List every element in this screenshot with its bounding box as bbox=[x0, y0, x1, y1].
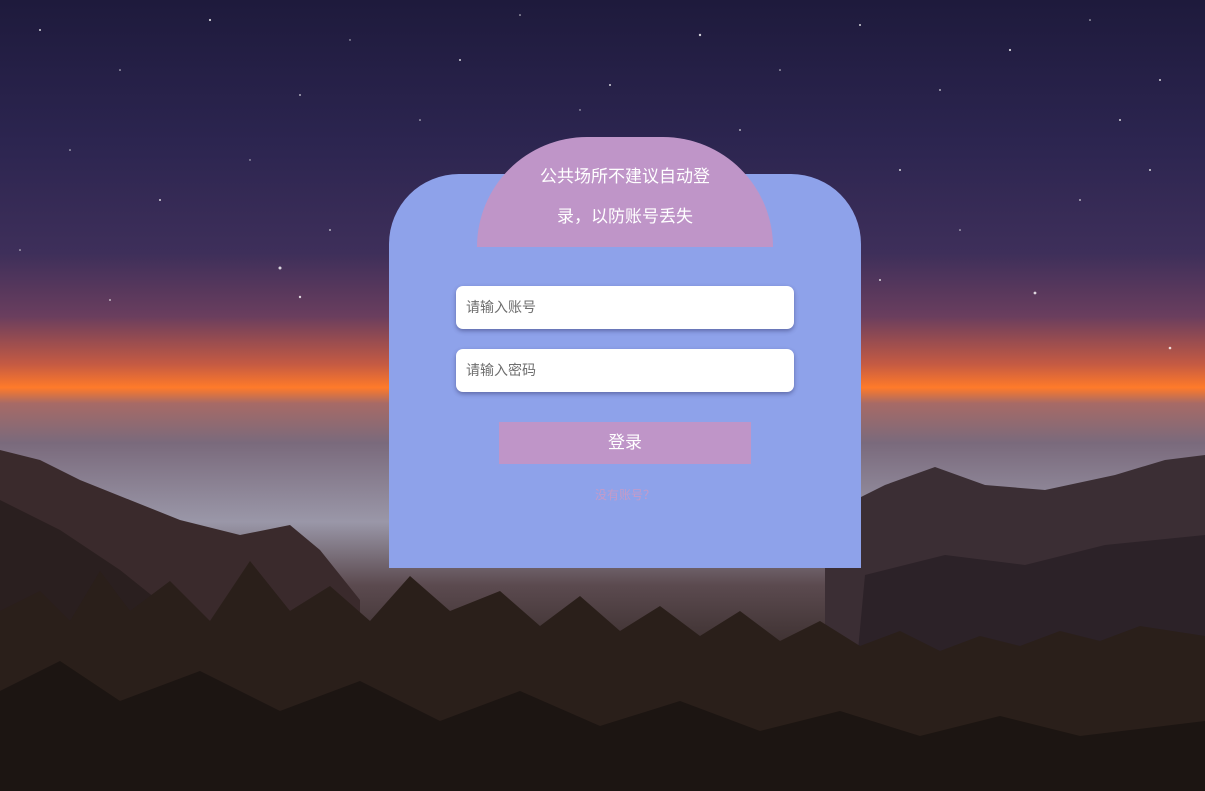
login-button[interactable]: 登录 bbox=[499, 422, 751, 464]
tip-line-2: 录，以防账号丢失 bbox=[557, 207, 693, 227]
register-link[interactable]: 没有账号？ bbox=[575, 486, 675, 503]
password-input[interactable] bbox=[456, 349, 794, 392]
tip-line-1: 公共场所不建议自动登 bbox=[540, 167, 710, 187]
forest-silhouette bbox=[0, 561, 1205, 791]
account-input[interactable] bbox=[456, 286, 794, 329]
